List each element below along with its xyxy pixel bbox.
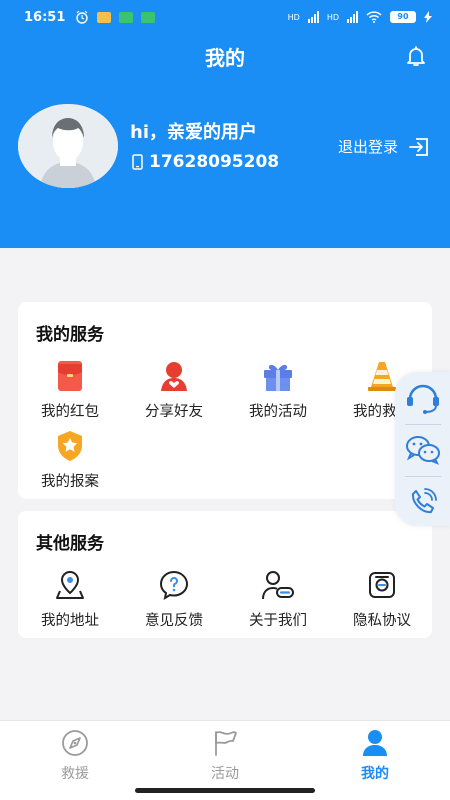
bell-icon[interactable] (404, 44, 428, 68)
wechat-button[interactable] (403, 430, 443, 470)
flag-icon (215, 731, 237, 756)
traffic-cone-icon (368, 362, 396, 391)
phone-call-button[interactable] (403, 482, 443, 522)
tab-activities[interactable]: 活动 (175, 729, 275, 783)
service-label: 意见反馈 (145, 613, 203, 629)
service-share-friend[interactable]: 分享好友 (122, 356, 226, 421)
profile-header: 16:51 HD HD 90 我的 hi，亲爱的用户 17628095208 退… (0, 0, 450, 248)
service-label: 我的地址 (41, 613, 99, 629)
panel-divider (405, 476, 441, 477)
compass-icon (62, 730, 88, 756)
phone-number: 17628095208 (149, 152, 280, 172)
signal-icon-2 (347, 11, 358, 23)
tab-mine[interactable]: 我的 (325, 729, 425, 783)
tab-label: 救援 (61, 766, 89, 782)
status-time: 16:51 (24, 9, 66, 25)
my-services-card: 我的服务 我的红包 分享好友 我的活动 我的救援 我的报案 (18, 302, 432, 499)
about-us-icon (262, 571, 294, 600)
other-services-card: 其他服务 我的地址 意见反馈 关于我们 隐私协议 (18, 511, 432, 638)
wifi-icon (366, 11, 382, 23)
service-feedback[interactable]: 意见反馈 (122, 565, 226, 630)
service-privacy[interactable]: 隐私协议 (330, 565, 434, 630)
wechat-icon (406, 436, 440, 465)
page-title: 我的 (205, 46, 245, 70)
floating-contact-panel (395, 372, 450, 526)
app-icon-green (141, 11, 156, 23)
panel-divider (405, 424, 441, 425)
customer-service-button[interactable] (403, 378, 443, 418)
logout-button[interactable]: 退出登录 (338, 136, 430, 157)
phone-call-icon (411, 488, 437, 514)
service-label: 分享好友 (145, 404, 203, 420)
red-envelope-icon (58, 361, 82, 391)
service-about-us[interactable]: 关于我们 (226, 565, 330, 630)
service-label: 我的报案 (41, 474, 99, 490)
home-indicator (135, 788, 315, 793)
battery-icon: 90 (390, 11, 416, 23)
tab-rescue[interactable]: 救援 (25, 729, 125, 783)
avatar[interactable] (18, 104, 118, 188)
status-notification-icons (75, 10, 156, 24)
location-icon (56, 570, 84, 599)
signal-icon (307, 11, 319, 23)
customer-service-icon (407, 384, 439, 414)
my-services-title: 我的服务 (36, 325, 104, 345)
privacy-icon (369, 572, 395, 598)
share-friend-icon (161, 362, 187, 391)
user-avatar-icon (18, 104, 118, 188)
mobile-phone-icon (132, 154, 143, 170)
greeting-text: hi，亲爱的用户 (130, 122, 257, 143)
tab-label: 我的 (361, 766, 389, 782)
network-label-1: HD (287, 12, 300, 22)
charging-icon (424, 11, 432, 23)
status-right: HD HD 90 (288, 11, 432, 23)
service-my-address[interactable]: 我的地址 (18, 565, 122, 630)
service-label: 隐私协议 (353, 613, 411, 629)
logout-label: 退出登录 (337, 138, 398, 156)
message-icon (97, 11, 112, 23)
person-icon (363, 730, 387, 756)
police-badge-icon (58, 431, 82, 461)
phone-row: 17628095208 (132, 152, 279, 172)
service-label: 关于我们 (249, 613, 307, 629)
service-red-envelope[interactable]: 我的红包 (18, 356, 122, 421)
service-label: 我的活动 (249, 404, 307, 420)
service-activities[interactable]: 我的活动 (226, 356, 330, 421)
service-label: 我的红包 (41, 404, 99, 420)
tab-label: 活动 (211, 766, 239, 782)
service-my-report[interactable]: 我的报案 (18, 426, 122, 491)
feedback-icon (159, 570, 189, 601)
status-bar: 16:51 HD HD 90 (0, 0, 450, 34)
logout-icon (409, 137, 428, 156)
other-services-title: 其他服务 (36, 534, 104, 554)
network-label-2: HD (326, 12, 339, 22)
app-icon-green (119, 11, 134, 23)
gift-icon (264, 364, 292, 391)
alarm-icon (76, 10, 89, 24)
